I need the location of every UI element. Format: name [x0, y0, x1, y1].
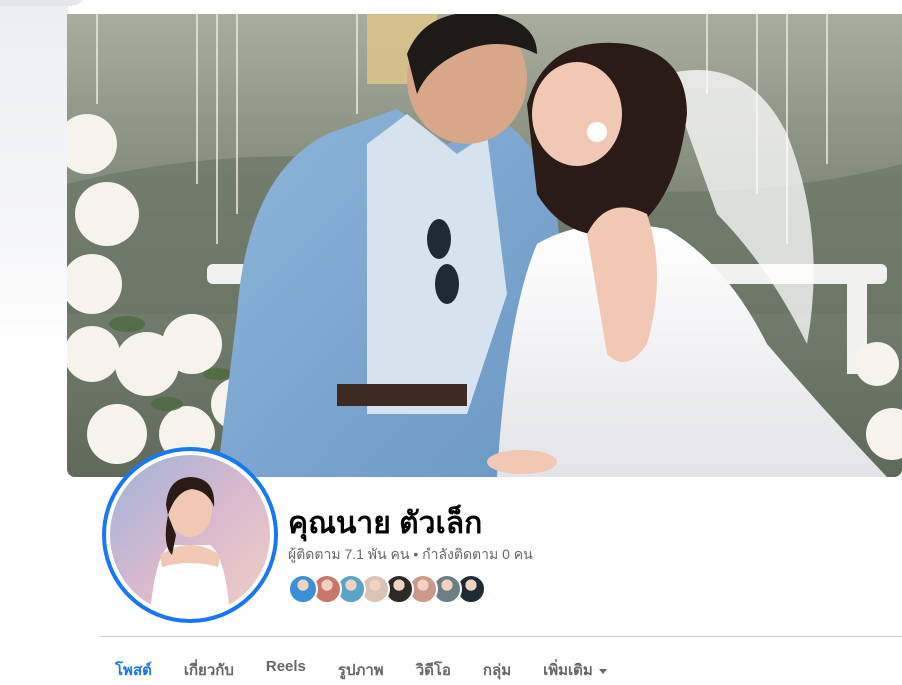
- left-panel-shade: [0, 0, 68, 360]
- friend-avatar[interactable]: [288, 574, 318, 604]
- tab-label: เพิ่มเติม: [543, 662, 593, 679]
- profile-avatar[interactable]: [102, 447, 278, 623]
- tab-1[interactable]: เกี่ยวกับ: [168, 650, 250, 685]
- followers-text[interactable]: ผู้ติดตาม 7.1 พัน คน • กำลังติดตาม 0 คน: [288, 546, 533, 562]
- tab-label: โพสต์: [115, 662, 152, 679]
- tab-2[interactable]: Reels: [250, 650, 322, 685]
- tab-3[interactable]: รูปภาพ: [322, 650, 400, 685]
- divider: [99, 636, 902, 637]
- tab-4[interactable]: วิดีโอ: [400, 650, 467, 685]
- tab-label: วิดีโอ: [415, 662, 451, 679]
- friends-avatars: [288, 574, 486, 606]
- tab-6[interactable]: เพิ่มเติม: [527, 650, 623, 685]
- tab-label: เกี่ยวกับ: [183, 662, 234, 679]
- tab-label: กลุ่ม: [482, 662, 512, 679]
- tab-label: Reels: [265, 658, 306, 675]
- tab-label: รูปภาพ: [337, 662, 384, 679]
- tab-0[interactable]: โพสต์: [99, 650, 168, 685]
- profile-name: คุณนาย ตัวเล็ก: [288, 507, 483, 540]
- profile-tabs: โพสต์ เกี่ยวกับ Reels รูปภาพ วิดีโอ กลุ่ม เพิ่…: [99, 650, 623, 685]
- followers-count[interactable]: ผู้ติดตาม 7.1 พัน คน • กำลังติดตาม 0 คน: [288, 544, 533, 566]
- profile-page: คุณนาย ตัวเล็ก ผู้ติดตาม 7.1 พัน คน • กำ…: [0, 0, 902, 685]
- cover-photo[interactable]: [67, 14, 902, 477]
- caret-down-icon: [598, 668, 607, 674]
- tab-5[interactable]: กลุ่ม: [467, 650, 527, 685]
- search-bar-edge[interactable]: [0, 0, 85, 6]
- avatar-photo: [110, 455, 270, 615]
